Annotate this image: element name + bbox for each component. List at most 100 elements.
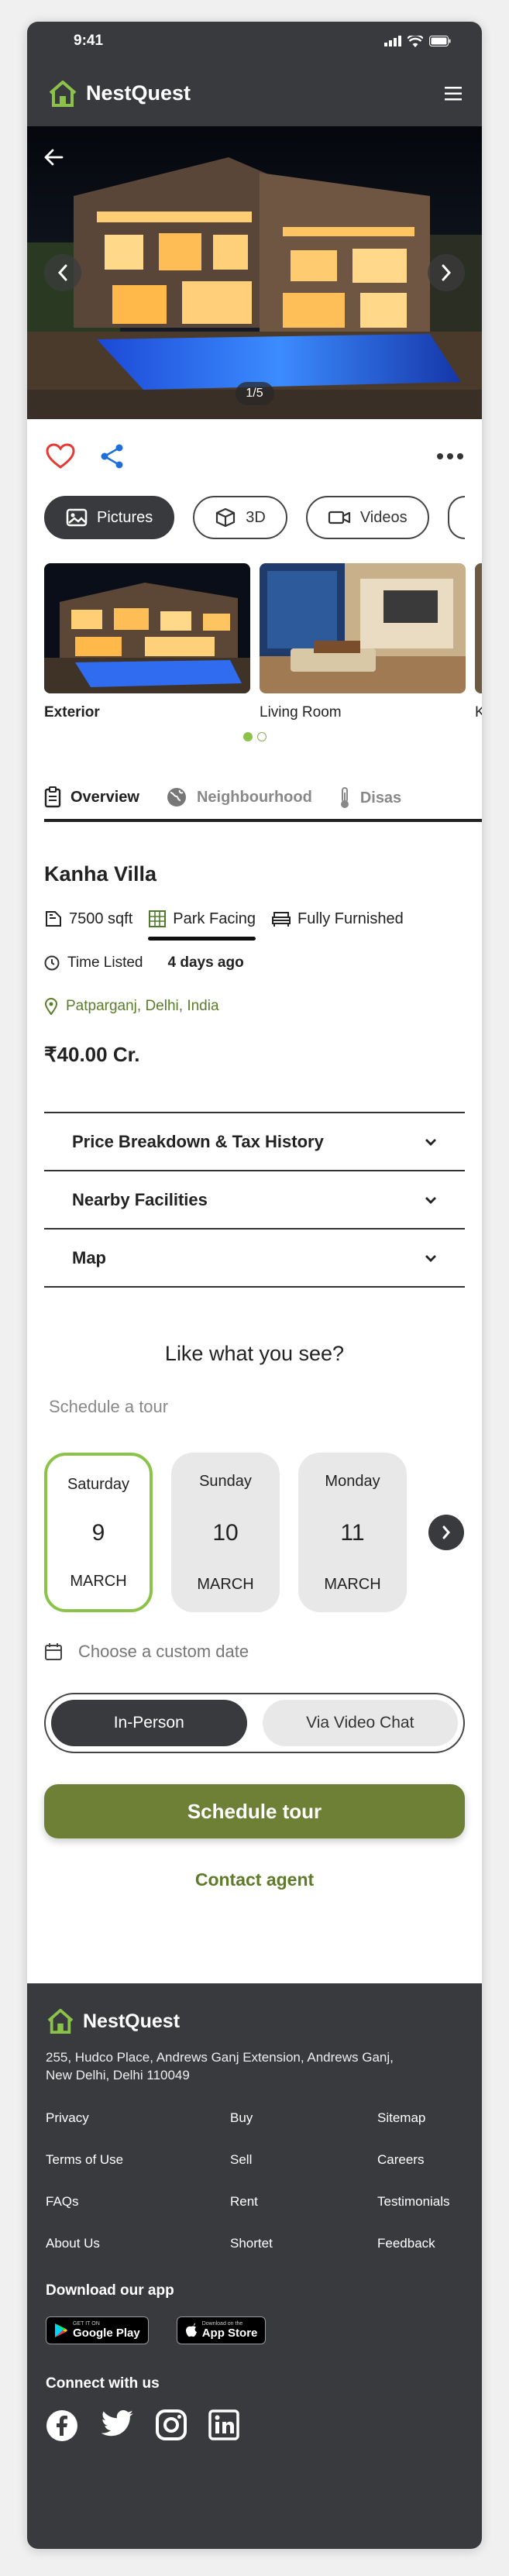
accordion-price-breakdown[interactable]: Price Breakdown & Tax History <box>44 1113 465 1171</box>
footer-link[interactable]: About Us <box>46 2236 230 2251</box>
thumbnail-exterior[interactable]: Exterior <box>44 563 250 721</box>
phone-frame: 9:41 NestQuest 1/5 Pictures 3D Videos Ex… <box>27 22 482 2549</box>
tab-disaster[interactable]: Disas <box>339 786 401 810</box>
thumbnail-label: Living Room <box>260 704 342 721</box>
footer-link[interactable]: Terms of Use <box>46 2152 230 2168</box>
next-dates-button[interactable] <box>428 1515 464 1550</box>
heart-icon[interactable] <box>46 443 75 469</box>
date-option-saturday[interactable]: Saturday 9 MARCH <box>44 1453 153 1612</box>
chevron-down-icon <box>425 1138 436 1146</box>
exterior-thumbnail-image <box>44 563 250 693</box>
park-icon <box>149 910 167 927</box>
prev-image-button[interactable] <box>44 254 81 291</box>
footer-link[interactable]: Privacy <box>46 2110 230 2126</box>
house-logo-icon <box>47 2008 74 2034</box>
contact-agent-link[interactable]: Contact agent <box>44 1869 465 1890</box>
social-links <box>46 2409 463 2442</box>
detail-accordion: Price Breakdown & Tax History Nearby Fac… <box>44 1112 465 1288</box>
more-options-icon[interactable] <box>437 453 463 459</box>
thumbnail-label: K <box>475 704 482 721</box>
instagram-icon[interactable] <box>156 2409 187 2440</box>
chevron-down-icon <box>425 1254 436 1262</box>
footer-link[interactable]: FAQs <box>46 2194 230 2210</box>
tour-mode-toggle: In-Person Via Video Chat <box>44 1693 465 1753</box>
time-listed: Time Listed 4 days ago <box>44 954 465 972</box>
linkedin-icon[interactable] <box>208 2409 239 2440</box>
property-features: 7500 sqft Park Facing Fully Furnished <box>44 910 465 941</box>
footer-link[interactable]: Testimonials <box>377 2194 463 2210</box>
facebook-icon[interactable] <box>46 2409 78 2442</box>
date-option-sunday[interactable]: Sunday 10 MARCH <box>171 1453 280 1612</box>
chevron-down-icon <box>425 1196 436 1204</box>
thumbnail-label: Exterior <box>44 704 100 721</box>
mode-video-chat[interactable]: Via Video Chat <box>262 1700 458 1746</box>
app-store-badges: GET IT ON Google Play Download on the Ap… <box>46 2316 463 2344</box>
schedule-tour-button[interactable]: Schedule tour <box>44 1784 465 1838</box>
status-time: 9:41 <box>74 33 104 49</box>
custom-date-option[interactable]: Choose a custom date <box>44 1642 465 1662</box>
area-icon <box>46 911 61 927</box>
detail-tabs: Overview Neighbourhood Disas <box>44 786 482 822</box>
date-option-monday[interactable]: Monday 11 MARCH <box>298 1453 407 1612</box>
brand-logo[interactable]: NestQuest <box>47 80 191 108</box>
footer-link[interactable]: Feedback <box>377 2236 463 2251</box>
footer-link[interactable]: Sell <box>230 2152 377 2168</box>
overview-section: Kanha Villa 7500 sqft Park Facing Fully … <box>27 862 482 1890</box>
footer-brand-logo[interactable]: NestQuest <box>46 2008 463 2034</box>
media-tab-more[interactable] <box>447 496 465 539</box>
feature-highlight-underline <box>148 937 256 941</box>
schedule-heading: Like what you see? <box>164 1342 345 1365</box>
footer-link[interactable]: Rent <box>230 2194 377 2210</box>
hero-image <box>27 126 482 419</box>
footer-link[interactable]: Careers <box>377 2152 463 2168</box>
thumbnail-living-room[interactable]: Living Room <box>260 563 466 721</box>
media-tab-videos[interactable]: Videos <box>305 496 429 539</box>
footer-link[interactable]: Shortet <box>230 2236 377 2251</box>
footer-link[interactable]: Sitemap <box>377 2110 463 2126</box>
carousel-dot[interactable] <box>256 732 267 741</box>
media-tab-3d[interactable]: 3D <box>193 496 287 539</box>
house-logo-icon <box>49 80 77 107</box>
next-image-button[interactable] <box>428 254 465 291</box>
chevron-left-icon <box>57 264 67 281</box>
sofa-icon <box>272 912 291 927</box>
brand-name: NestQuest <box>86 81 191 105</box>
accordion-nearby-facilities[interactable]: Nearby Facilities <box>44 1171 465 1230</box>
mode-in-person[interactable]: In-Person <box>51 1700 247 1746</box>
wifi-icon <box>408 35 423 47</box>
globe-icon <box>167 788 186 807</box>
tab-neighbourhood[interactable]: Neighbourhood <box>166 786 312 808</box>
thumbnail-kitchen[interactable]: K <box>475 563 482 721</box>
google-play-badge[interactable]: GET IT ON Google Play <box>46 2316 149 2344</box>
thumbnail-carousel[interactable]: Exterior Living Room K <box>27 563 482 721</box>
feature-facing: Park Facing <box>148 910 256 941</box>
share-icon[interactable] <box>100 443 125 469</box>
media-tab-pictures[interactable]: Pictures <box>44 496 175 539</box>
twitter-icon[interactable] <box>100 2409 134 2439</box>
hero-gallery[interactable]: 1/5 <box>27 126 482 419</box>
chevron-right-icon <box>442 1525 450 1539</box>
feature-furnishing: Fully Furnished <box>271 910 404 928</box>
footer-link[interactable]: Buy <box>230 2110 377 2126</box>
status-bar: 9:41 <box>27 22 482 60</box>
image-counter: 1/5 <box>235 382 274 405</box>
property-location[interactable]: Patparganj, Delhi, India <box>44 998 465 1015</box>
signal-icon <box>384 36 401 46</box>
feature-area: 7500 sqft <box>44 910 132 928</box>
accordion-map[interactable]: Map <box>44 1230 465 1288</box>
media-type-tabs: Pictures 3D Videos <box>27 494 482 542</box>
location-pin-icon <box>44 998 58 1015</box>
thermometer-icon <box>340 787 349 808</box>
action-bar <box>27 419 482 494</box>
connect-heading: Connect with us <box>46 2375 160 2392</box>
tab-overview[interactable]: Overview <box>44 786 139 808</box>
back-button[interactable] <box>30 126 77 188</box>
footer: NestQuest 255, Hudco Place, Andrews Ganj… <box>27 1983 482 2549</box>
living-room-thumbnail-image <box>260 563 466 693</box>
cube-icon <box>216 507 236 528</box>
app-store-badge[interactable]: Download on the App Store <box>176 2316 267 2344</box>
image-icon <box>66 508 88 527</box>
hamburger-menu-icon[interactable] <box>445 86 462 101</box>
property-price: ₹40.00 Cr. <box>44 1043 140 1066</box>
carousel-dot-active[interactable] <box>242 732 253 741</box>
